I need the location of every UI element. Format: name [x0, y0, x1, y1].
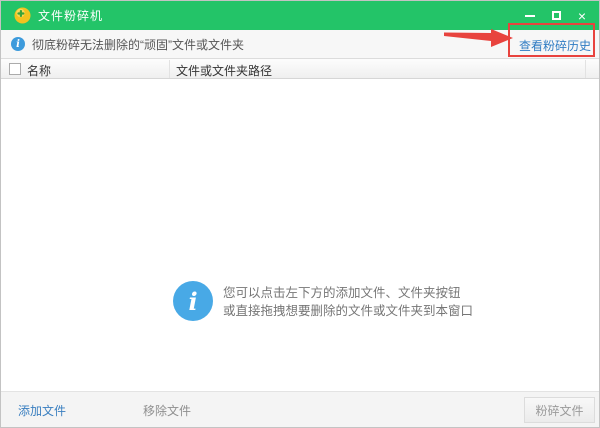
add-file-button[interactable]: 添加文件	[18, 402, 66, 419]
shred-file-button[interactable]: 粉碎文件	[524, 397, 595, 423]
empty-state-line1: 您可以点击左下方的添加文件、文件夹按钮	[223, 284, 473, 302]
footer-bar: 添加文件 移除文件 粉碎文件	[1, 391, 599, 427]
app-window: 文件粉碎机 × i 彻底粉碎无法删除的“顽固”文件或文件夹 查看粉碎历史 名称 …	[0, 0, 600, 428]
window-title: 文件粉碎机	[38, 7, 103, 24]
close-icon: ×	[578, 9, 586, 23]
maximize-icon	[552, 11, 561, 20]
info-bar: i 彻底粉碎无法删除的“顽固”文件或文件夹	[1, 30, 599, 58]
column-separator	[169, 60, 170, 78]
empty-state-hint: 您可以点击左下方的添加文件、文件夹按钮 或直接拖拽想要删除的文件或文件夹到本窗口	[223, 284, 473, 320]
title-bar: 文件粉碎机 ×	[1, 1, 599, 30]
maximize-button[interactable]	[543, 1, 569, 30]
close-button[interactable]: ×	[569, 1, 595, 30]
info-icon: i	[11, 37, 25, 51]
select-all-checkbox[interactable]	[9, 63, 21, 75]
column-header-path[interactable]: 文件或文件夹路径	[176, 62, 272, 79]
hint-info-icon: i	[173, 281, 213, 321]
info-message: 彻底粉碎无法删除的“顽固”文件或文件夹	[32, 36, 244, 53]
minimize-button[interactable]	[517, 1, 543, 30]
minimize-icon	[525, 15, 535, 17]
empty-state-line2: 或直接拖拽想要删除的文件或文件夹到本窗口	[223, 302, 473, 320]
list-header: 名称 文件或文件夹路径	[1, 58, 599, 79]
view-shred-history-link[interactable]: 查看粉碎历史	[519, 37, 591, 54]
column-separator	[585, 60, 586, 78]
app-icon	[14, 7, 31, 24]
window-controls: ×	[517, 1, 595, 30]
file-list-area[interactable]: i 您可以点击左下方的添加文件、文件夹按钮 或直接拖拽想要删除的文件或文件夹到本…	[1, 79, 599, 393]
remove-file-button[interactable]: 移除文件	[143, 402, 191, 419]
column-header-name[interactable]: 名称	[27, 62, 51, 79]
